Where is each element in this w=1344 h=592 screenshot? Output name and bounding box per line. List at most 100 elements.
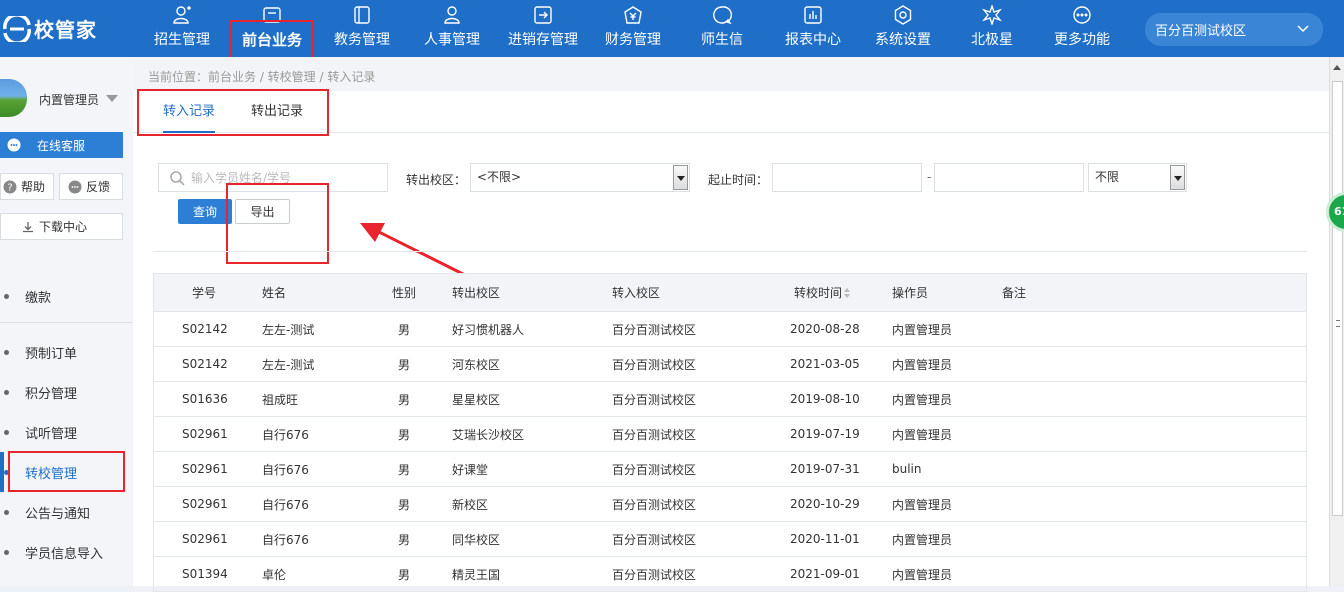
help-button[interactable]: ? 帮助: [0, 173, 54, 200]
table-row[interactable]: S02961 自行676 男 艾瑞长沙校区 百分百测试校区 2019-07-19 内置管理员: [153, 417, 1307, 452]
sidebar-item-trial[interactable]: 试听管理: [0, 412, 133, 452]
column-header-transfer-time[interactable]: 转校时间: [794, 274, 851, 311]
nav-item-settings[interactable]: 系统设置: [871, 0, 935, 57]
table-row[interactable]: S01394 卓伦男精灵王国 百分百测试校区 2021-09-01 内置管理员: [153, 557, 1307, 592]
end-date-input[interactable]: [934, 163, 1084, 192]
nav-label: 财务管理: [605, 32, 661, 48]
column-header-student-id[interactable]: 学号: [192, 274, 216, 311]
table-row[interactable]: S02961 自行676 男 新校区 百分百测试校区 2020-10-29 内置管理员: [153, 487, 1307, 522]
customer-service-icon: [7, 138, 21, 152]
sidebar-item-preorder[interactable]: 预制订单: [0, 332, 133, 372]
table-row[interactable]: S02142 左左-测试 男 好习惯机器人 百分百测试校区 2020-08-28 内置管理员: [153, 312, 1307, 347]
bullet: [4, 549, 9, 555]
online-service-button[interactable]: 在线客服: [0, 132, 123, 158]
cell-transfer-time: 2021-03-05: [790, 357, 860, 371]
nav-item-polaris[interactable]: 北极星: [968, 0, 1016, 57]
sidebar-item-label: 预制订单: [25, 346, 78, 362]
cell-in-campus: 百分百测试校区: [612, 322, 697, 337]
sidebar-item-label: 试听管理: [25, 426, 78, 442]
sidebar-item-transfer[interactable]: 转校管理: [0, 452, 133, 492]
table-row[interactable]: S02142 左左-测试 男 河东校区 百分百测试校区 2021-03-05 内置管理员: [153, 347, 1307, 382]
start-date-input[interactable]: [772, 163, 922, 192]
scroll-thumb[interactable]: [1332, 81, 1343, 516]
table-row[interactable]: S01636 祖成旺 男 星星校区 百分百测试校区 2019-08-10 内置管理员: [153, 382, 1307, 417]
cell-operator: bulin: [892, 462, 922, 476]
column-header-operator[interactable]: 操作员: [892, 274, 928, 311]
table-row[interactable]: S02961 自行676 男 同华校区 百分百测试校区 2020-11-01 内置管理员: [153, 522, 1307, 557]
dropdown-arrow-icon: [673, 165, 688, 190]
column-header-gender[interactable]: 性别: [392, 274, 416, 311]
sidebar-item-label: 缴款: [25, 290, 52, 306]
student-search[interactable]: [158, 163, 388, 192]
nav-item-reports[interactable]: 报表中心: [781, 0, 845, 57]
cell-gender: 男: [398, 322, 411, 337]
avatar[interactable]: [0, 79, 27, 117]
cell-name: 自行676: [262, 462, 309, 477]
cell-operator: 内置管理员: [892, 392, 953, 407]
nav-label: 北极星: [971, 32, 1013, 48]
tab-transfer-out[interactable]: 转出记录: [251, 91, 303, 133]
download-center-button[interactable]: 下载中心: [0, 213, 123, 240]
time-range-value: 不限: [1095, 170, 1120, 184]
column-header-in-campus[interactable]: 转入校区: [612, 274, 660, 311]
nav-label: 师生信: [701, 32, 743, 48]
cell-name: 自行676: [262, 532, 309, 547]
nav-item-enrollment[interactable]: 招生管理: [152, 0, 212, 57]
inventory-icon: [534, 6, 552, 24]
nav-item-inventory[interactable]: 进销存管理: [505, 0, 581, 57]
nav-item-hr[interactable]: 人事管理: [422, 0, 482, 57]
cell-name: 左左-测试: [262, 322, 315, 337]
nav-label: 系统设置: [875, 32, 931, 48]
search-input[interactable]: [191, 170, 371, 185]
scrollbar[interactable]: [1329, 57, 1344, 586]
scroll-up-icon[interactable]: [1333, 65, 1341, 70]
sidebar-item-label: 学员信息导入: [25, 546, 104, 562]
cell-gender: 男: [398, 357, 411, 372]
sidebar-item-announcements[interactable]: 公告与通知: [0, 492, 133, 532]
help-icon: ?: [3, 180, 17, 193]
nav-item-finance[interactable]: 财务管理: [602, 0, 664, 57]
column-header-out-campus[interactable]: 转出校区: [452, 274, 500, 311]
table-row[interactable]: S02961 自行676 男 好课堂 百分百测试校区 2019-07-31 bulin: [153, 452, 1307, 487]
column-header-remarks[interactable]: 备注: [1002, 274, 1026, 311]
nav-label: 进销存管理: [508, 32, 578, 48]
nav-item-academic[interactable]: 教务管理: [332, 0, 392, 57]
book-icon: [354, 6, 370, 24]
query-button[interactable]: 查询: [178, 199, 232, 224]
cell-transfer-time: 2020-11-01: [790, 532, 860, 546]
out-campus-select[interactable]: <不限>: [470, 163, 690, 192]
sidebar-item-student-import[interactable]: 学员信息导入: [0, 532, 133, 572]
sort-icon[interactable]: [844, 287, 851, 298]
nav-item-more[interactable]: 更多功能: [1050, 0, 1114, 57]
chat-icon: [713, 6, 732, 25]
nav-item-messenger[interactable]: 师生信: [698, 0, 746, 57]
nav-item-front-desk[interactable]: 前台业务: [238, 0, 306, 57]
column-header-transfer-time-label: 转校时间: [794, 286, 843, 300]
tab-transfer-in[interactable]: 转入记录: [163, 91, 216, 133]
export-button[interactable]: 导出: [235, 199, 290, 224]
sidebar-item-payment[interactable]: 缴款: [0, 276, 133, 316]
download-center-label: 下载中心: [39, 220, 88, 234]
bullet: [4, 469, 9, 475]
cell-in-campus: 百分百测试校区: [612, 392, 697, 407]
nav-label: 报表中心: [785, 32, 841, 48]
breadcrumb: 当前位置：前台业务 / 转校管理 / 转入记录: [133, 57, 1329, 91]
app-logo[interactable]: 校管家: [0, 0, 130, 57]
out-campus-value: <不限>: [477, 170, 522, 184]
sidebar-divider: [0, 322, 133, 323]
user-caret-icon[interactable]: [106, 95, 118, 102]
sidebar-item-points[interactable]: 积分管理: [0, 372, 133, 412]
cell-student-id: S02961: [182, 532, 228, 546]
feedback-button[interactable]: 反馈: [59, 173, 123, 200]
nav-label: 人事管理: [424, 32, 480, 48]
user-name[interactable]: 内置管理员: [39, 91, 99, 108]
cell-transfer-time: 2019-08-10: [790, 392, 860, 406]
bullet: [4, 509, 9, 515]
column-header-name[interactable]: 姓名: [262, 274, 286, 311]
cell-operator: 内置管理员: [892, 322, 953, 337]
time-range-select[interactable]: 不限: [1088, 163, 1187, 192]
star-icon: [982, 5, 1002, 25]
campus-select[interactable]: 百分百测试校区: [1145, 13, 1323, 46]
feedback-icon: [68, 180, 82, 193]
main-content: 当前位置：前台业务 / 转校管理 / 转入记录 转入记录 转出记录 转出校区： …: [133, 57, 1329, 592]
